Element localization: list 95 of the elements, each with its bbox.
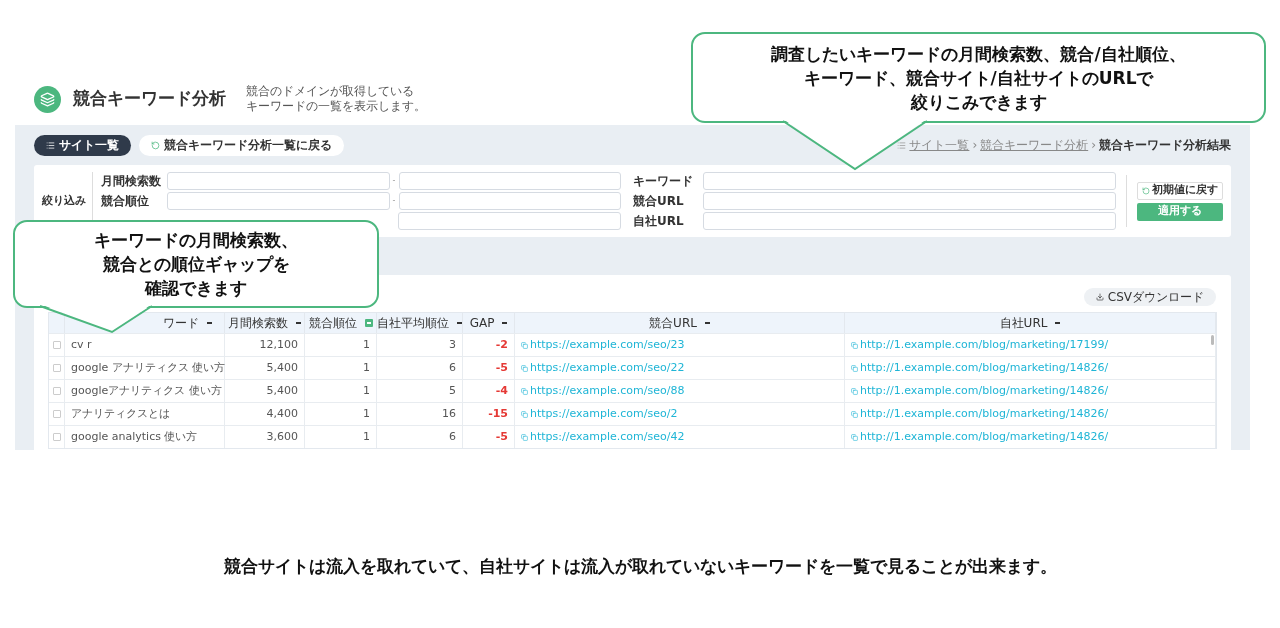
table-cell-text: 1 [363,336,370,353]
filter-label: 競合URL [633,193,685,210]
table-cell-text: -5 [495,428,508,445]
table-cell-text: 16 [442,405,456,422]
url-link[interactable]: http://1.example.com/blog/marketing/17199/ [851,336,1109,354]
column-header: 月間検索数 [228,315,288,332]
copy-icon [521,341,528,349]
range-max-field[interactable] [398,172,621,190]
table-cell-text: 12,100 [259,336,298,353]
url-link[interactable]: http://1.example.com/blog/marketing/14826/ [851,405,1109,423]
filter-field[interactable] [703,192,1116,210]
copy-icon [521,410,528,418]
copy-icon [851,387,858,395]
range-separator: - [391,175,397,187]
filter-field[interactable] [703,212,1116,230]
copy-icon [851,433,858,441]
table-cell-text: 3,600 [266,428,298,445]
undo-icon [1142,186,1150,195]
table-cell-text: 1 [363,405,370,422]
layers-icon [34,85,61,113]
table-cell-text: 5,400 [266,382,298,399]
filter-label: 月間検索数 [101,174,161,188]
breadcrumb-link[interactable]: 競合キーワード分析結果 [1099,136,1231,154]
url-link[interactable]: http://1.example.com/blog/marketing/14826/ [851,359,1109,377]
back-button[interactable]: 競合キーワード分析一覧に戻る [139,134,344,156]
column-header: 自社平均順位 [377,315,449,332]
table-cell-text: 1 [363,382,370,399]
table-cell-text: 3 [449,336,456,353]
scrollbar-thumb[interactable] [1211,335,1214,345]
row-checkbox[interactable] [52,341,61,349]
column-header: 自社URL [999,315,1048,332]
table-cell-text: -5 [495,359,508,376]
table-cell-text: アナリティクスとは [71,405,170,422]
filter-title: 絞り込み [42,192,87,209]
copy-icon [851,364,858,372]
list-icon [46,140,55,150]
page-description: 競合のドメインが取得している キーワードの一覧を表示します。 [246,84,426,114]
url-link[interactable]: https://example.com/seo/23 [521,336,685,354]
column-header: 競合順位 [308,315,357,332]
url-link[interactable]: https://example.com/seo/22 [521,359,685,377]
copy-icon [521,387,528,395]
callout-text: キーワードの月間検索数、 競合との順位ギャップを 確認できます [94,229,298,300]
table-cell-text: -4 [495,382,508,399]
copy-icon [851,341,858,349]
apply-button[interactable]: 適用する [1137,202,1223,221]
row-checkbox[interactable] [52,364,61,372]
table-cell-text: 5,400 [266,359,298,376]
filter-label: 自社URL [633,213,685,230]
download-icon [1095,293,1104,301]
table-cell-text: 6 [449,428,456,445]
csv-download-button[interactable]: CSVダウンロード [1083,288,1216,306]
caption: 競合サイトは流入を取れていて、自社サイトは流入が取れていないキーワードを一覧で見ることが出来ます。 [222,555,1058,578]
url-link[interactable]: https://example.com/seo/42 [521,428,685,446]
filter-label: キーワード [633,173,694,190]
site-list-button[interactable]: サイト一覧 [34,134,131,156]
breadcrumb-link[interactable]: サイト一覧 [909,136,970,154]
url-link[interactable]: https://example.com/seo/88 [521,382,685,400]
filter-label: 競合順位 [101,194,149,208]
breadcrumb-separator: › [1091,137,1096,154]
table-cell-text: -15 [488,405,508,422]
column-header: 競合URL [649,315,697,332]
row-checkbox[interactable] [52,433,61,441]
table-cell-text: google アナリティクス 使い方 [71,359,226,376]
list-icon [897,140,907,150]
breadcrumb-separator: › [972,137,978,154]
url-link[interactable]: http://1.example.com/blog/marketing/14826/ [851,428,1109,446]
copy-icon [521,433,528,441]
range-min-field[interactable] [167,172,390,190]
copy-icon [521,364,528,372]
breadcrumb-link[interactable]: 競合キーワード分析 [980,136,1089,154]
callout-text: 調査したいキーワードの月間検索数、競合/自社順位、 キーワード、競合サイト/自社サイトのURLで 絞りこみできます [771,42,1186,114]
page-title: 競合キーワード分析 [73,87,226,111]
table-cell-text: 1 [363,359,370,376]
table-cell-text: 5 [449,382,456,399]
table-cell-text: google analytics 使い方 [71,428,198,445]
reset-button[interactable]: 初期値に戻す [1137,181,1223,200]
table-cell-text: 6 [449,359,456,376]
url-link[interactable]: https://example.com/seo/2 [521,405,678,423]
url-link[interactable]: http://1.example.com/blog/marketing/14826/ [851,382,1109,400]
copy-icon [851,410,858,418]
filter-field[interactable] [703,172,1116,190]
table-cell-text: 1 [363,428,370,445]
range-max-field[interactable] [398,192,621,210]
column-header: GAP [469,315,495,332]
table-cell-text: cv r [71,336,92,353]
table-cell-text: -2 [495,336,508,353]
range-min-field[interactable] [167,192,390,210]
table-cell-text: 4,400 [266,405,298,422]
table-cell-text: googleアナリティクス 使い方 [71,382,222,399]
row-checkbox[interactable] [52,410,61,418]
range-separator: - [391,195,397,207]
undo-icon [151,140,160,150]
range-max-field[interactable] [397,212,621,230]
row-checkbox[interactable] [52,387,61,395]
column-header: ワード [163,315,199,332]
